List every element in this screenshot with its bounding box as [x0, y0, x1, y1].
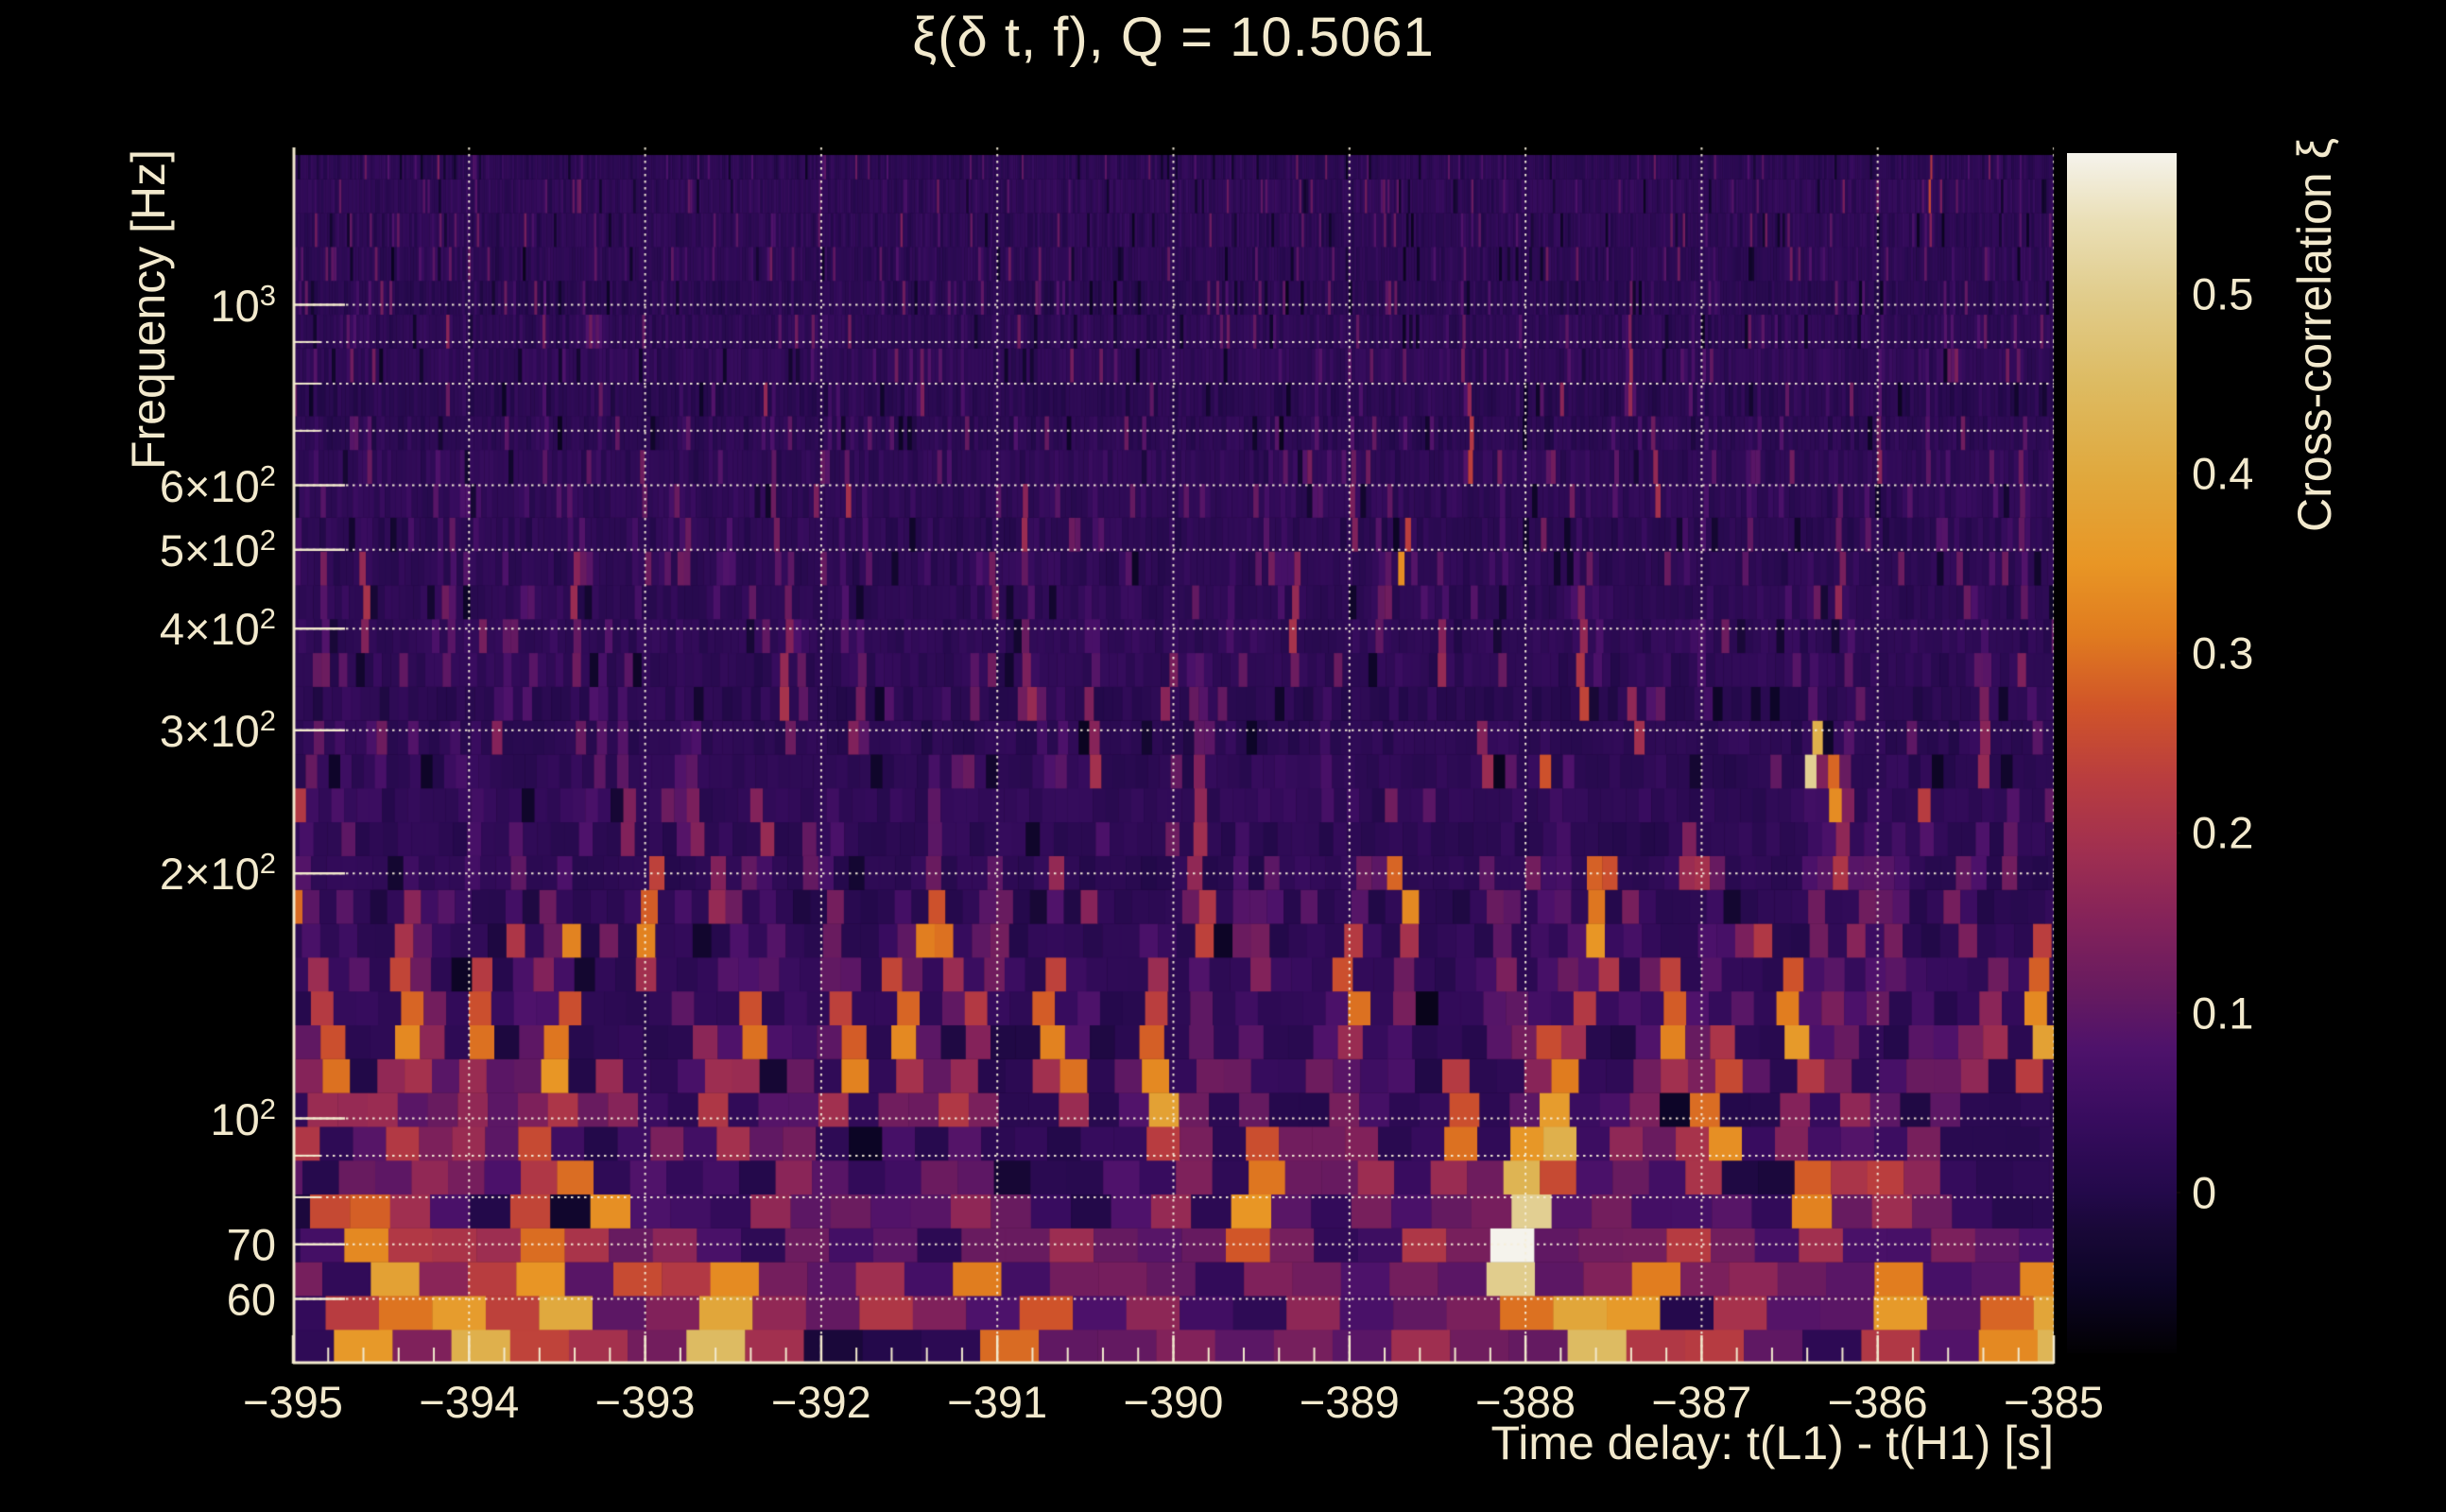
x-tick-label: −390	[1123, 1377, 1224, 1427]
colorbar-title: Cross-correlation ξ	[2288, 138, 2341, 532]
x-tick-label: −392	[770, 1377, 871, 1427]
y-tick-label: 3×102	[159, 703, 276, 756]
y-tick-label: 102	[210, 1091, 276, 1144]
x-tick-label: −385	[2004, 1377, 2104, 1427]
x-tick-label: −389	[1299, 1377, 1400, 1427]
y-tick-label: 5×102	[159, 523, 276, 576]
x-tick-label: −386	[1827, 1377, 1928, 1427]
x-tick-label: −387	[1651, 1377, 1752, 1427]
colorbar-tick-label: 0.3	[2192, 627, 2254, 679]
figure: ξ(δ t, f), Q = 10.5061 Time delay: t(L1)…	[0, 0, 2446, 1512]
colorbar-tick-label: 0	[2192, 1167, 2217, 1218]
colorbar	[2067, 153, 2177, 1353]
colorbar-tick-label: 0.2	[2192, 807, 2254, 858]
x-tick-label: −395	[243, 1377, 343, 1427]
colorbar-tick-label: 0.5	[2192, 268, 2254, 318]
y-tick-label: 70	[226, 1219, 276, 1270]
x-tick-label: −388	[1475, 1377, 1576, 1427]
y-tick-label: 103	[210, 278, 276, 331]
y-tick-label: 6×102	[159, 458, 276, 511]
chart-title: ξ(δ t, f), Q = 10.5061	[912, 7, 1435, 68]
colorbar-tick-label: 0.4	[2192, 448, 2254, 499]
x-tick-label: −394	[419, 1377, 520, 1427]
colorbar-tick-label: 0.1	[2192, 988, 2254, 1039]
y-tick-label: 60	[226, 1274, 276, 1324]
x-tick-label: −391	[947, 1377, 1048, 1427]
y-tick-label: 4×102	[159, 602, 276, 654]
x-tick-label: −393	[594, 1377, 696, 1427]
y-tick-label: 2×102	[159, 847, 276, 900]
